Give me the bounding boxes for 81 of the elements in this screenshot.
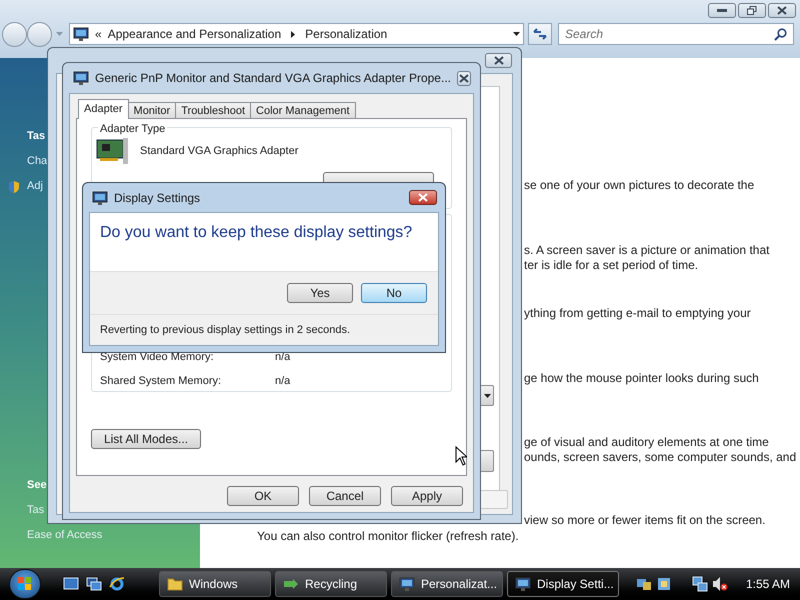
adapter-name: Standard VGA Graphics Adapter	[140, 144, 298, 159]
button[interactable]: No	[361, 283, 427, 303]
start-button[interactable]	[9, 569, 41, 599]
forward-button[interactable]	[27, 22, 52, 46]
search-icon	[774, 28, 787, 40]
description-text: se one of your own pictures to decorate the	[524, 178, 756, 193]
button[interactable]: Yes	[287, 283, 353, 303]
window-switch-icon[interactable]	[86, 577, 102, 591]
monitor-icon	[399, 576, 415, 592]
close-icon	[458, 74, 469, 82]
minimize-button[interactable]	[708, 3, 736, 18]
monitor-icon	[73, 70, 89, 86]
sidebar-heading: See	[27, 478, 47, 494]
tab[interactable]: Troubleshoot	[175, 102, 252, 119]
info-label: Shared System Memory:	[100, 374, 222, 388]
info-value: n/a	[275, 350, 290, 365]
chevron-right-icon[interactable]	[291, 30, 296, 38]
restore-icon	[747, 6, 757, 15]
graphics-card-icon	[96, 136, 130, 166]
description-text: ything from getting e-mail to emptying your	[524, 306, 752, 321]
group-label: Adapter Type	[98, 121, 168, 138]
button[interactable]: Cancel	[309, 486, 381, 506]
close-button[interactable]	[768, 3, 796, 18]
button[interactable]: OK	[227, 486, 299, 506]
button[interactable]: Apply	[391, 486, 463, 506]
sidebar-link[interactable]: Cha	[27, 153, 48, 170]
dialog-question: Do you want to keep these display settings?	[100, 224, 412, 241]
description-text: s. A screen saver is a picture or animation that	[524, 243, 770, 258]
dropdown-button[interactable]	[480, 385, 494, 406]
description-text: ter is idle for a set period of time.	[524, 258, 700, 273]
countdown-text: Reverting to previous display settings in 2 seconds.	[100, 322, 350, 338]
tab[interactable]: Color Management	[250, 102, 356, 119]
close-button[interactable]	[409, 190, 437, 205]
close-icon	[777, 6, 787, 15]
address-bar[interactable]: « Appearance and Personalization Personalization	[69, 23, 524, 45]
back-button[interactable]	[2, 22, 27, 46]
search-field[interactable]: Search	[558, 23, 794, 45]
monitor-icon	[515, 576, 531, 592]
taskbar-button[interactable]: Personalizat...	[391, 571, 503, 597]
button[interactable]	[480, 450, 494, 472]
windows-logo-icon	[18, 577, 32, 591]
taskbar-button[interactable]: Display Setti...	[507, 571, 619, 597]
description-text: view so more or fewer items fit on the screen.	[524, 513, 766, 528]
control-panel-icon	[73, 26, 89, 42]
close-icon	[418, 193, 428, 202]
sidebar-link[interactable]: Adj	[27, 178, 43, 195]
minimize-icon	[717, 9, 727, 12]
taskbar-button[interactable]: Recycling	[275, 571, 387, 597]
restore-button[interactable]	[738, 3, 766, 18]
clock[interactable]: 1:55 AM	[746, 575, 790, 593]
close-button[interactable]	[485, 53, 512, 68]
show-desktop-icon[interactable]	[63, 577, 79, 591]
dropdown-arrow-icon[interactable]	[513, 32, 520, 36]
dropdown-arrow-icon	[484, 394, 490, 398]
list-modes-button[interactable]: List All Modes...	[91, 429, 201, 449]
sidebar-heading: Tas	[27, 129, 46, 144]
info-label: System Video Memory:	[100, 350, 215, 365]
folder-icon	[167, 576, 183, 592]
button[interactable]	[480, 490, 508, 509]
window-title: Generic PnP Monitor and Standard VGA Graphics Adapter Prope...	[95, 70, 451, 87]
muted-speaker-icon[interactable]	[712, 576, 728, 592]
description-text: ge of visual and auditory elements at one time	[524, 435, 770, 450]
taskbar-button[interactable]: Windows	[159, 571, 271, 597]
recycle-arrow-icon	[283, 576, 299, 592]
description-text: ounds, screen savers, some computer sounds, and	[524, 450, 798, 465]
breadcrumb-item[interactable]: Appearance and Personalization	[108, 25, 282, 43]
browser-icon[interactable]	[109, 576, 125, 592]
description-text: ge how the mouse pointer looks during such	[524, 371, 760, 386]
close-icon	[494, 56, 504, 65]
tab[interactable]: Adapter	[78, 99, 129, 119]
search-placeholder: Search	[565, 26, 604, 43]
shield-icon	[7, 180, 21, 194]
close-button[interactable]	[456, 70, 471, 86]
refresh-button[interactable]	[528, 23, 552, 45]
refresh-icon	[533, 28, 547, 40]
monitor-icon	[92, 190, 108, 206]
dialog-title: Display Settings	[114, 190, 202, 206]
breadcrumb-item[interactable]: Personalization	[305, 25, 388, 43]
info-value: n/a	[275, 374, 290, 388]
breadcrumb-overflow[interactable]: «	[95, 25, 102, 43]
description-text: You can also control monitor flicker (refresh rate).	[257, 529, 520, 544]
